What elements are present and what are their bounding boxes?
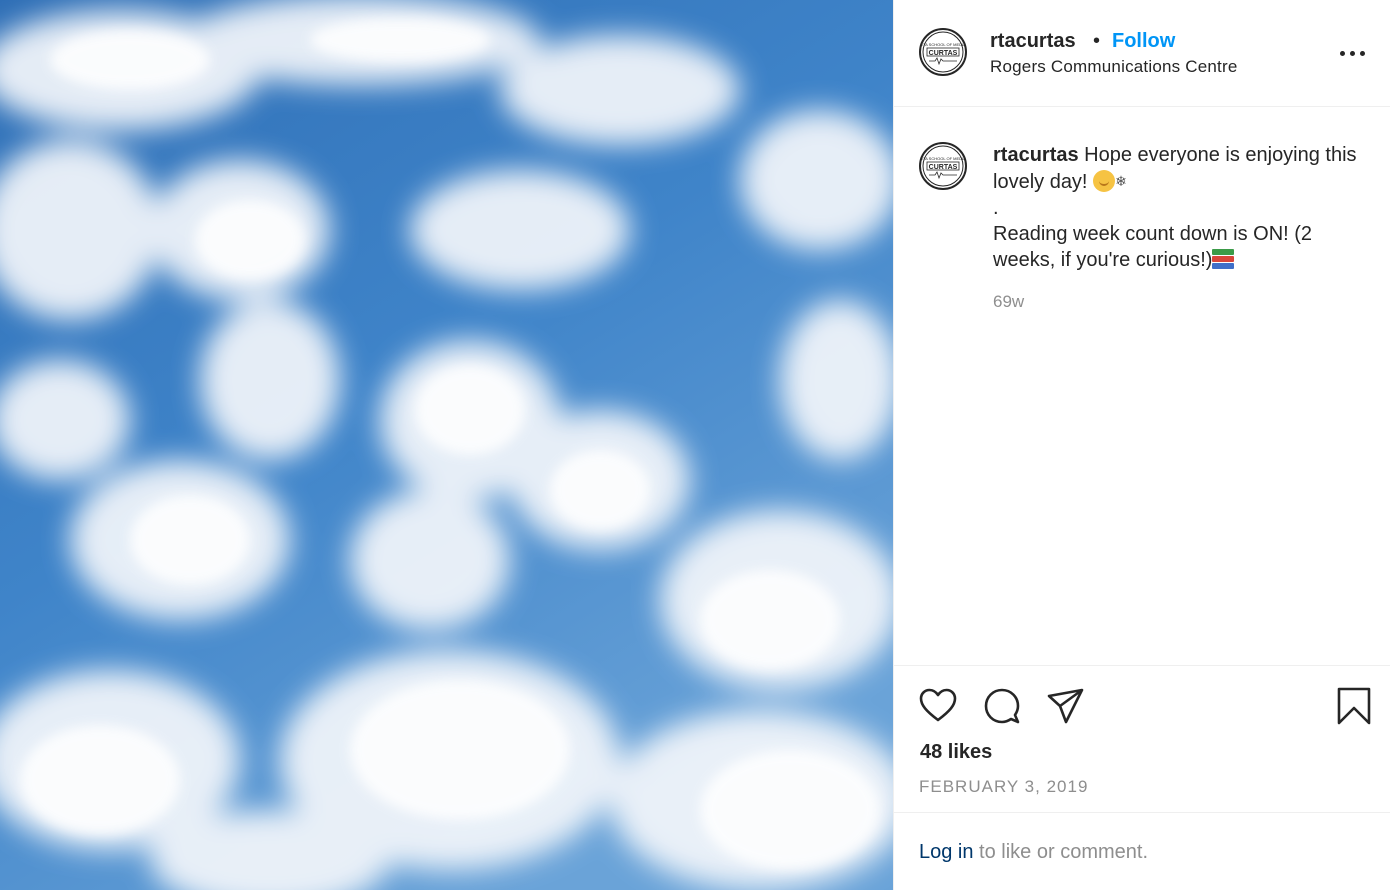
snowflake-emoji: ❄: [1115, 173, 1127, 189]
login-prompt-text: to like or comment.: [973, 841, 1149, 863]
svg-text:RTA SCHOOL OF MEDIA: RTA SCHOOL OF MEDIA: [921, 156, 965, 161]
sky-clouds-image: [0, 0, 893, 890]
svg-text:CURTAS: CURTAS: [929, 50, 958, 57]
svg-text:CURTAS: CURTAS: [929, 164, 958, 171]
avatar[interactable]: RTA SCHOOL OF MEDIA CURTAS: [919, 28, 967, 76]
post-header: RTA SCHOOL OF MEDIA CURTAS rtacurtas • F…: [894, 0, 1390, 107]
post-photo[interactable]: [0, 0, 893, 890]
follow-button[interactable]: Follow: [1112, 30, 1175, 53]
post-time-ago[interactable]: 69w: [993, 292, 1024, 312]
login-link[interactable]: Log in: [919, 841, 974, 863]
curtas-logo-icon: RTA SCHOOL OF MEDIA CURTAS: [921, 145, 965, 187]
separator-dot: •: [1093, 30, 1101, 52]
action-bar: 48 likes FEBRUARY 3, 2019: [894, 665, 1390, 813]
post-side-panel: RTA SCHOOL OF MEDIA CURTAS rtacurtas • F…: [893, 0, 1390, 890]
caption-text-line2: Reading week count down is ON! (2 weeks,…: [993, 223, 1313, 271]
username-link[interactable]: rtacurtas: [990, 30, 1076, 53]
svg-text:RTA SCHOOL OF MEDIA: RTA SCHOOL OF MEDIA: [921, 42, 965, 47]
comment-icon[interactable]: [982, 686, 1022, 726]
location-link[interactable]: Rogers Communications Centre: [990, 57, 1237, 77]
share-icon[interactable]: [1046, 686, 1086, 726]
more-options-icon[interactable]: [1338, 42, 1368, 64]
login-prompt: Log in to like or comment.: [919, 841, 1148, 864]
likes-count[interactable]: 48 likes: [920, 741, 992, 764]
caption-dot: .: [993, 197, 999, 219]
sun-face-emoji: [1093, 170, 1116, 192]
caption-username-link[interactable]: rtacurtas: [993, 144, 1079, 166]
bookmark-icon[interactable]: [1334, 686, 1374, 726]
post-caption: rtacurtas Hope everyone is enjoying this…: [993, 142, 1373, 273]
heart-icon[interactable]: [918, 686, 958, 726]
caption-avatar[interactable]: RTA SCHOOL OF MEDIA CURTAS: [919, 142, 967, 190]
curtas-logo-icon: RTA SCHOOL OF MEDIA CURTAS: [921, 31, 965, 73]
books-emoji: [1212, 249, 1235, 269]
post-date: FEBRUARY 3, 2019: [919, 777, 1089, 796]
post-view: RTA SCHOOL OF MEDIA CURTAS rtacurtas • F…: [0, 0, 1390, 890]
